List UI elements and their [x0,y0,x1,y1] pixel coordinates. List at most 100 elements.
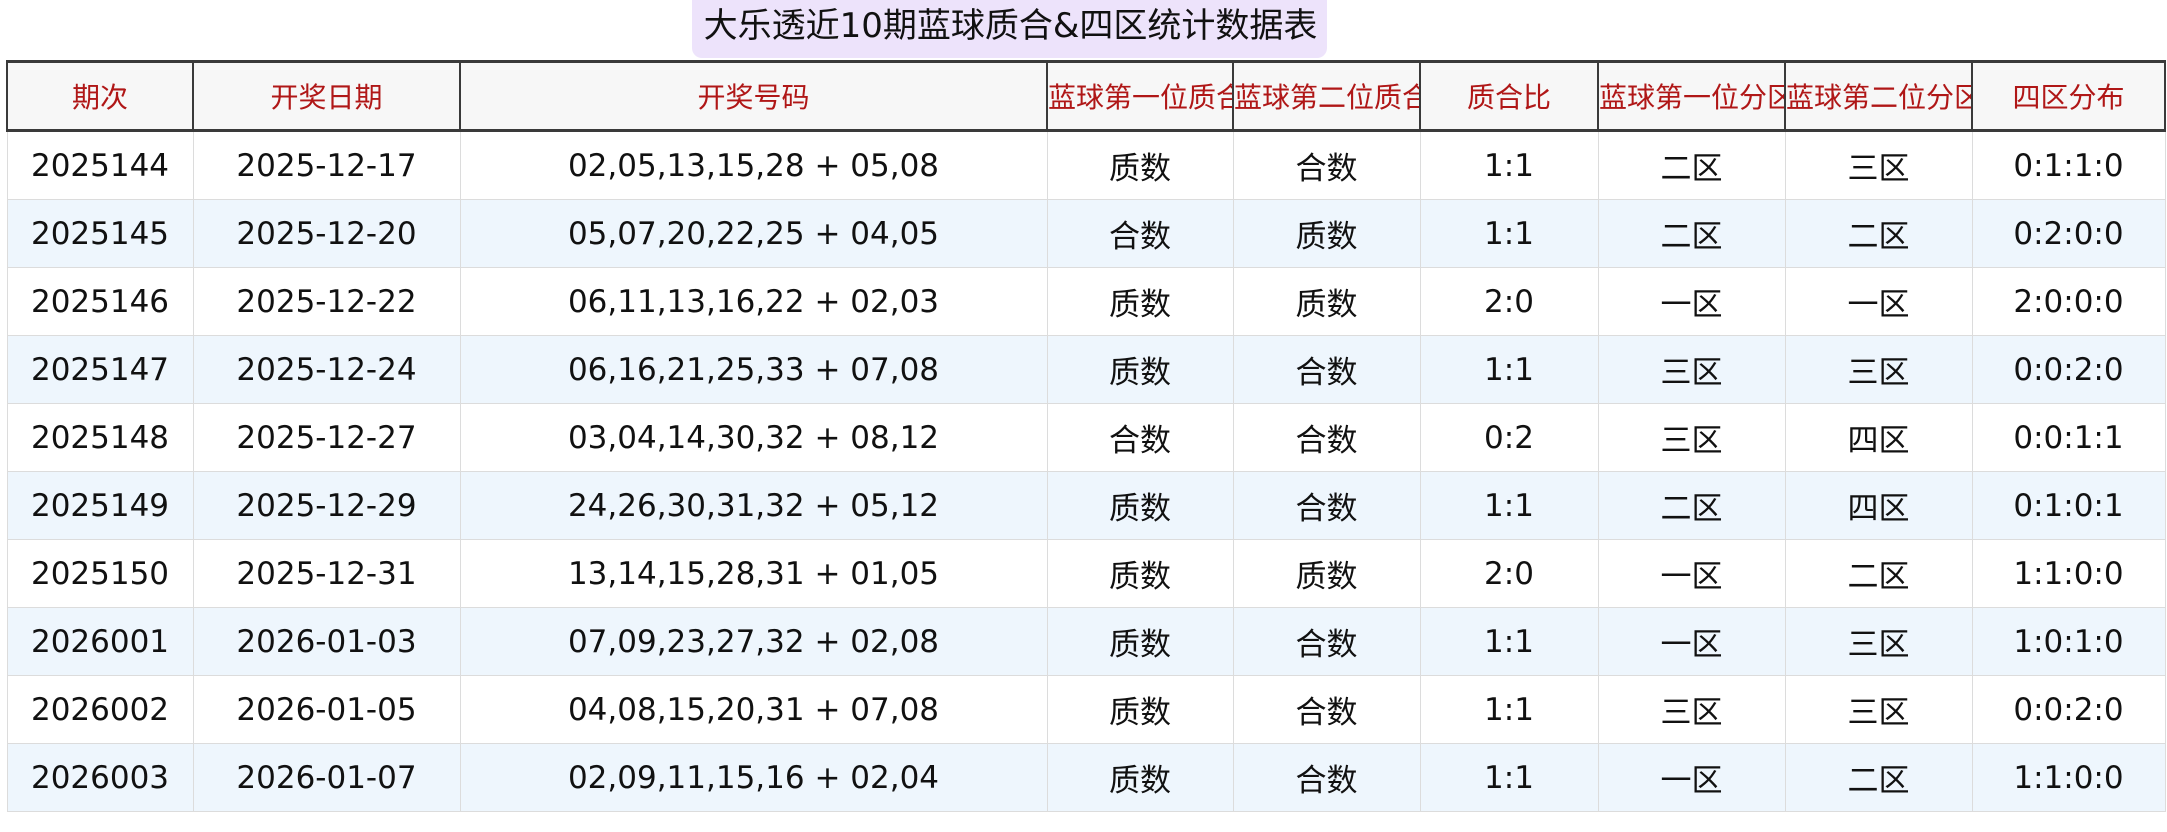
table-header: 期次 开奖日期 开奖号码 蓝球第一位质合 蓝球第二位质合 质合比 蓝球第一位分区… [6,60,2166,132]
issue-cell: 2025147 [6,335,194,404]
header-cell-four-zone-distribution: 四区分布 [1971,60,2166,132]
draw-numbers-cell: 02,05,13,15,28 + 05,08 [459,130,1048,200]
header-cell-draw-date: 开奖日期 [192,60,461,132]
draw-date-cell: 2025-12-17 [192,130,461,200]
four-zone-distribution-cell: 0:0:1:1 [1971,403,2166,472]
blue2-prime-composite-cell: 合数 [1232,130,1421,200]
four-zone-distribution-cell: 1:1:0:0 [1971,743,2166,812]
draw-numbers-cell: 05,07,20,22,25 + 04,05 [459,199,1048,268]
blue2-zone-cell: 二区 [1784,199,1973,268]
issue-cell: 2025148 [6,403,194,472]
draw-numbers-cell: 13,14,15,28,31 + 01,05 [459,539,1048,608]
issue-cell: 2025146 [6,267,194,336]
blue1-zone-cell: 一区 [1597,539,1786,608]
draw-date-cell: 2026-01-03 [192,607,461,676]
blue2-zone-cell: 四区 [1784,471,1973,540]
header-row: 期次 开奖日期 开奖号码 蓝球第一位质合 蓝球第二位质合 质合比 蓝球第一位分区… [6,60,2166,132]
page-title: 大乐透近10期蓝球质合&四区统计数据表 [691,0,1328,58]
four-zone-distribution-cell: 0:1:0:1 [1971,471,2166,540]
draw-numbers-cell: 02,09,11,15,16 + 02,04 [459,743,1048,812]
prime-composite-ratio-cell: 1:1 [1419,335,1599,404]
blue2-prime-composite-cell: 合数 [1232,471,1421,540]
table-row: 2025146 2025-12-22 06,11,13,16,22 + 02,03 质… [6,267,2166,336]
table-row: 2025144 2025-12-17 02,05,13,15,28 + 05,08 质… [6,130,2166,200]
table-row: 2025145 2025-12-20 05,07,20,22,25 + 04,05 合… [6,199,2166,268]
blue2-prime-composite-cell: 合数 [1232,403,1421,472]
blue2-prime-composite-cell: 合数 [1232,335,1421,404]
four-zone-distribution-cell: 1:0:1:0 [1971,607,2166,676]
header-cell-blue1-zone: 蓝球第一位分区 [1597,60,1786,132]
prime-composite-ratio-cell: 2:0 [1419,539,1599,608]
blue1-prime-composite-cell: 质数 [1046,130,1234,200]
draw-date-cell: 2025-12-29 [192,471,461,540]
four-zone-distribution-cell: 0:1:1:0 [1971,130,2166,200]
four-zone-distribution-cell: 0:0:2:0 [1971,335,2166,404]
table-row: 2026003 2026-01-07 02,09,11,15,16 + 02,04 质… [6,743,2166,812]
blue1-zone-cell: 三区 [1597,335,1786,404]
blue1-zone-cell: 二区 [1597,471,1786,540]
table-row: 2025147 2025-12-24 06,16,21,25,33 + 07,08 质… [6,335,2166,404]
blue2-zone-cell: 二区 [1784,539,1973,608]
prime-composite-ratio-cell: 1:1 [1419,130,1599,200]
blue2-zone-cell: 三区 [1784,335,1973,404]
blue1-prime-composite-cell: 质数 [1046,335,1234,404]
four-zone-distribution-cell: 2:0:0:0 [1971,267,2166,336]
issue-cell: 2026002 [6,675,194,744]
blue2-prime-composite-cell: 质数 [1232,199,1421,268]
blue1-zone-cell: 一区 [1597,607,1786,676]
draw-date-cell: 2025-12-22 [192,267,461,336]
blue2-prime-composite-cell: 质数 [1232,539,1421,608]
header-cell-draw-numbers: 开奖号码 [459,60,1048,132]
four-zone-distribution-cell: 0:2:0:0 [1971,199,2166,268]
issue-cell: 2025149 [6,471,194,540]
draw-date-cell: 2025-12-27 [192,403,461,472]
blue1-zone-cell: 二区 [1597,130,1786,200]
blue1-zone-cell: 三区 [1597,403,1786,472]
draw-numbers-cell: 07,09,23,27,32 + 02,08 [459,607,1048,676]
blue1-prime-composite-cell: 质数 [1046,539,1234,608]
draw-numbers-cell: 04,08,15,20,31 + 07,08 [459,675,1048,744]
table-row: 2026001 2026-01-03 07,09,23,27,32 + 02,08 质… [6,607,2166,676]
prime-composite-ratio-cell: 1:1 [1419,743,1599,812]
draw-numbers-cell: 03,04,14,30,32 + 08,12 [459,403,1048,472]
blue2-prime-composite-cell: 合数 [1232,675,1421,744]
prime-composite-ratio-cell: 1:1 [1419,607,1599,676]
blue1-prime-composite-cell: 质数 [1046,743,1234,812]
issue-cell: 2026003 [6,743,194,812]
draw-numbers-cell: 06,11,13,16,22 + 02,03 [459,267,1048,336]
blue1-zone-cell: 一区 [1597,267,1786,336]
blue1-prime-composite-cell: 质数 [1046,607,1234,676]
blue2-zone-cell: 三区 [1784,607,1973,676]
blue2-zone-cell: 三区 [1784,675,1973,744]
prime-composite-ratio-cell: 1:1 [1419,471,1599,540]
four-zone-distribution-cell: 0:0:2:0 [1971,675,2166,744]
four-zone-distribution-cell: 1:1:0:0 [1971,539,2166,608]
table-row: 2026002 2026-01-05 04,08,15,20,31 + 07,08 质… [6,675,2166,744]
blue1-prime-composite-cell: 质数 [1046,267,1234,336]
table-body: 2025144 2025-12-17 02,05,13,15,28 + 05,08 质… [6,130,2166,812]
table-row: 2025148 2025-12-27 03,04,14,30,32 + 08,12 合… [6,403,2166,472]
blue1-zone-cell: 三区 [1597,675,1786,744]
blue2-zone-cell: 三区 [1784,130,1973,200]
issue-cell: 2025144 [6,130,194,200]
blue2-zone-cell: 四区 [1784,403,1973,472]
header-cell-blue1-prime-composite: 蓝球第一位质合 [1046,60,1234,132]
table-row: 2025150 2025-12-31 13,14,15,28,31 + 01,05 质… [6,539,2166,608]
draw-date-cell: 2025-12-20 [192,199,461,268]
draw-date-cell: 2025-12-24 [192,335,461,404]
issue-cell: 2026001 [6,607,194,676]
header-cell-blue2-prime-composite: 蓝球第二位质合 [1232,60,1421,132]
title-bar: 大乐透近10期蓝球质合&四区统计数据表 [0,0,2167,60]
prime-composite-ratio-cell: 1:1 [1419,199,1599,268]
draw-numbers-cell: 06,16,21,25,33 + 07,08 [459,335,1048,404]
table-row: 2025149 2025-12-29 24,26,30,31,32 + 05,12 质… [6,471,2166,540]
draw-date-cell: 2026-01-05 [192,675,461,744]
blue2-zone-cell: 二区 [1784,743,1973,812]
header-cell-issue: 期次 [6,60,194,132]
blue1-prime-composite-cell: 质数 [1046,675,1234,744]
blue2-zone-cell: 一区 [1784,267,1973,336]
blue1-zone-cell: 二区 [1597,199,1786,268]
blue2-prime-composite-cell: 质数 [1232,267,1421,336]
blue1-prime-composite-cell: 合数 [1046,403,1234,472]
draw-numbers-cell: 24,26,30,31,32 + 05,12 [459,471,1048,540]
